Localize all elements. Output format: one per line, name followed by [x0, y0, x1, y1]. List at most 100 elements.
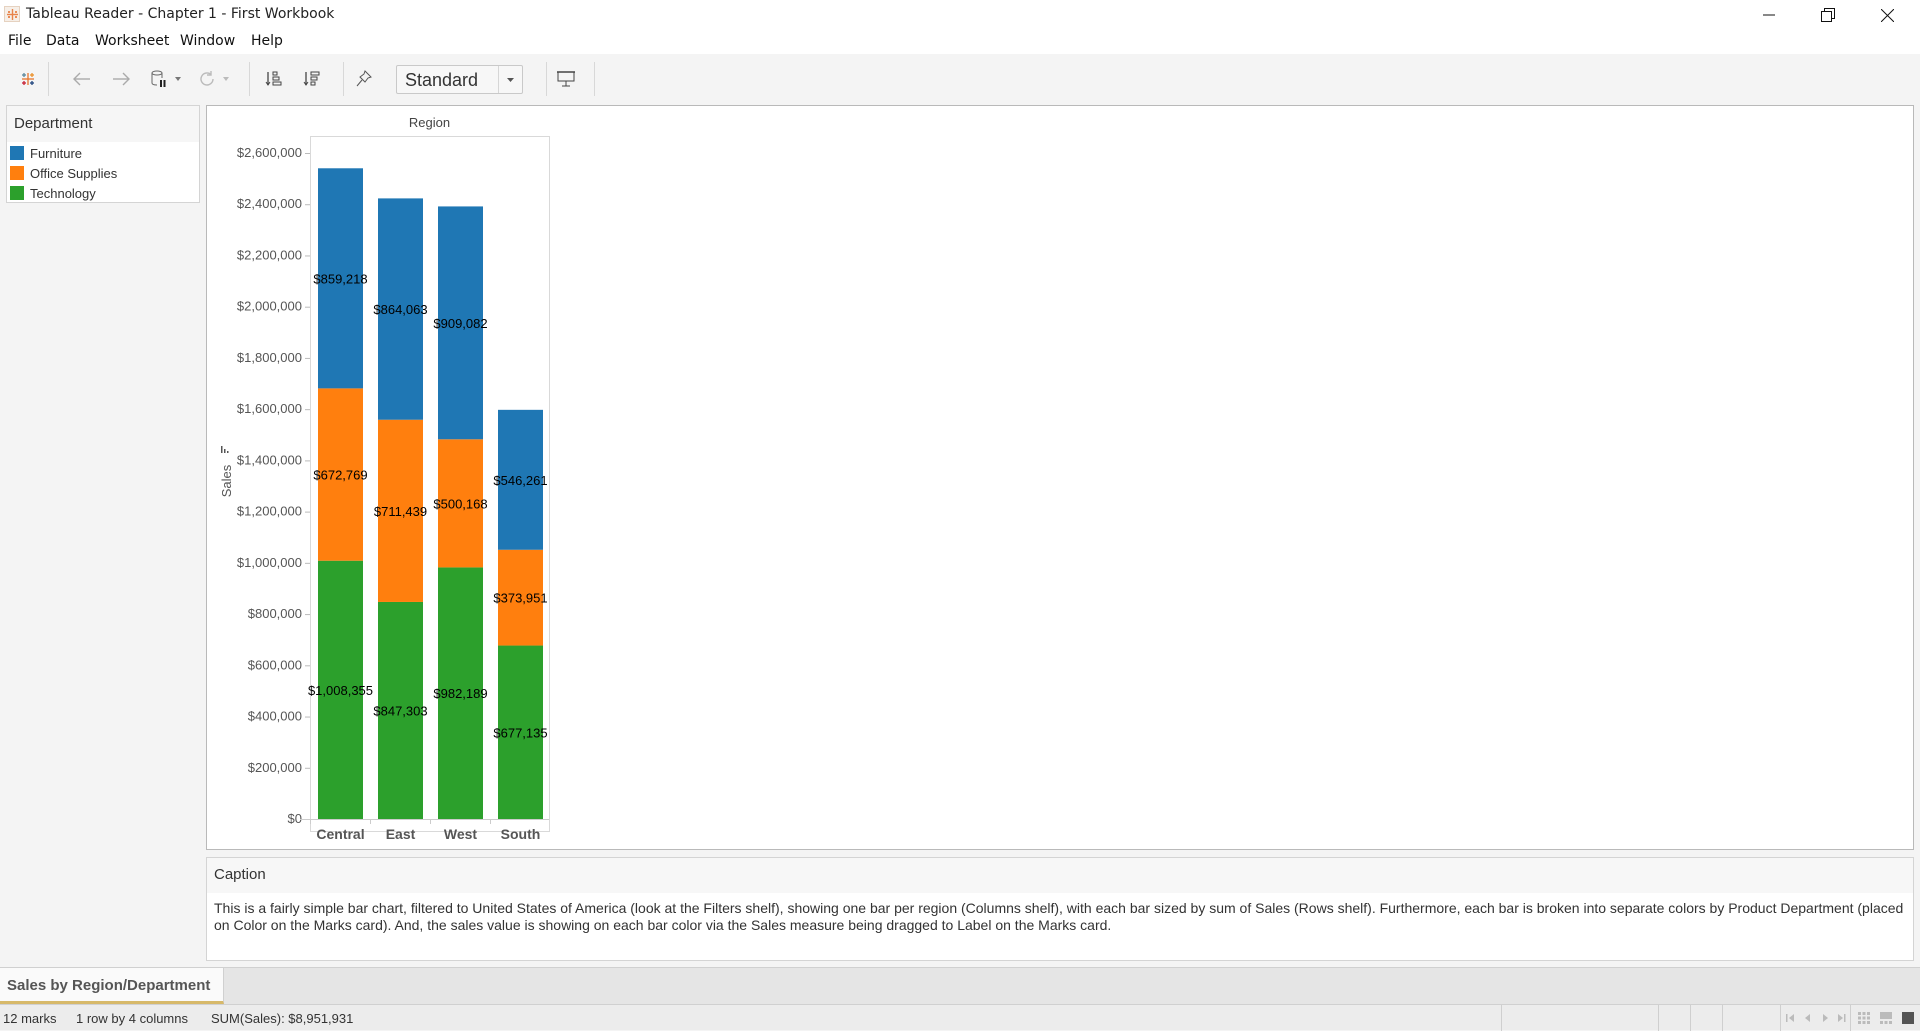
tableau-app-icon [4, 6, 20, 22]
status-divider [1501, 1005, 1502, 1031]
data-label: $859,218 [313, 271, 367, 286]
legend-item-furniture[interactable]: Furniture [10, 143, 198, 163]
sheet-tab-bar: Sales by Region/Department [0, 967, 1920, 1004]
fit-dropdown[interactable]: Standard [396, 65, 523, 94]
legend-swatch [10, 186, 24, 200]
y-tick-label: $600,000 [248, 657, 302, 672]
column-header-region: Region [409, 115, 450, 130]
y-tick-label: $1,200,000 [237, 504, 302, 519]
y-tick-label: $200,000 [248, 760, 302, 775]
data-label: $546,261 [493, 473, 547, 488]
chevron-down-icon [498, 66, 522, 93]
toolbar-separator [48, 62, 49, 96]
title-bar: Tableau Reader - Chapter 1 - First Workb… [0, 0, 1920, 30]
sort-descending-icon[interactable] [300, 67, 324, 91]
y-tick-label: $800,000 [248, 606, 302, 621]
data-label: $711,439 [374, 504, 427, 519]
legend-item-office-supplies[interactable]: Office Supplies [10, 163, 198, 183]
status-sum: SUM(Sales): $8,951,931 [211, 1011, 354, 1026]
x-tick-label: East [386, 826, 416, 842]
redo-icon[interactable] [109, 67, 133, 91]
status-divider [1780, 1005, 1781, 1031]
undo-icon[interactable] [70, 67, 94, 91]
menu-worksheet[interactable]: Worksheet [95, 33, 169, 49]
previous-sheet-icon[interactable] [1803, 1013, 1813, 1023]
restore-icon [1821, 8, 1835, 22]
legend-title: Department [7, 106, 199, 142]
legend-swatch [10, 166, 24, 180]
last-sheet-icon[interactable] [1836, 1013, 1846, 1023]
presentation-mode-icon[interactable] [554, 67, 578, 91]
next-sheet-icon[interactable] [1820, 1013, 1830, 1023]
sort-ascending-icon[interactable] [262, 67, 286, 91]
x-tick-label: South [501, 826, 541, 842]
x-tick-label: West [444, 826, 478, 842]
caption-panel: Caption This is a fairly simple bar char… [206, 857, 1914, 961]
y-tick-label: $400,000 [248, 709, 302, 724]
data-label: $677,135 [493, 725, 547, 740]
refresh-dropdown-icon[interactable] [220, 67, 232, 91]
legend-swatch [10, 146, 24, 160]
status-divider [1690, 1005, 1691, 1031]
legend-label: Technology [30, 186, 96, 201]
minimize-button[interactable] [1740, 0, 1798, 30]
y-tick-label: $2,000,000 [237, 299, 302, 314]
data-label: $1,008,355 [308, 683, 373, 698]
color-legend: Department Furniture Office Supplies Tec… [6, 105, 200, 203]
restore-button[interactable] [1799, 0, 1857, 30]
y-tick-label: $1,000,000 [237, 555, 302, 570]
fit-value: Standard [405, 70, 479, 90]
pause-data-source-icon[interactable] [147, 67, 171, 91]
axis-sort-icon [227, 451, 229, 453]
data-label: $909,082 [433, 316, 487, 331]
first-sheet-icon[interactable] [1786, 1013, 1796, 1023]
status-dimensions: 1 row by 4 columns [76, 1011, 188, 1026]
axis-sort-icon [224, 449, 226, 453]
minimize-icon [1763, 14, 1775, 16]
data-label: $847,303 [373, 703, 427, 718]
sheet-sorter-icon[interactable] [1858, 1012, 1870, 1024]
tableau-logo-icon[interactable] [16, 67, 40, 91]
data-label: $500,168 [433, 496, 487, 511]
window-title: Tableau Reader - Chapter 1 - First Workb… [26, 6, 335, 22]
data-label: $373,951 [493, 591, 547, 606]
status-divider [1722, 1005, 1723, 1031]
toolbar-separator [343, 62, 344, 96]
legend-label: Furniture [30, 146, 83, 161]
legend-item-technology[interactable]: Technology [10, 183, 198, 203]
pin-icon[interactable] [352, 67, 376, 91]
menu-help[interactable]: Help [251, 33, 283, 49]
close-button[interactable] [1858, 0, 1916, 30]
stacked-bar-chart: Region $0 $200,000 $400,000 $600,000 $800,000… [219, 115, 550, 842]
sheet-tab-sales-by-region[interactable]: Sales by Region/Department [0, 968, 224, 1004]
caption-text: This is a fairly simple bar chart, filte… [214, 900, 1904, 933]
menu-file[interactable]: File [8, 33, 31, 49]
toolbar-separator [249, 62, 250, 96]
close-icon [1880, 8, 1894, 22]
y-axis-title: Sales [219, 464, 234, 497]
pause-dropdown-icon[interactable] [172, 67, 184, 91]
axis-sort-icon [221, 446, 223, 453]
y-tick-label: $1,600,000 [237, 401, 302, 416]
status-bar: 12 marks 1 row by 4 columns SUM(Sales): … [0, 1004, 1920, 1031]
filmstrip-icon[interactable] [1880, 1012, 1892, 1024]
show-sheet-icon[interactable] [1902, 1012, 1914, 1024]
menu-data[interactable]: Data [46, 33, 79, 49]
status-divider [1658, 1005, 1659, 1031]
status-divider [1850, 1005, 1851, 1031]
caption-title: Caption [207, 858, 1913, 893]
x-tick-label: Central [316, 826, 364, 842]
sheet-tab-label: Sales by Region/Department [7, 977, 211, 994]
y-tick-label: $2,600,000 [237, 145, 302, 160]
y-tick-label: $1,800,000 [237, 350, 302, 365]
data-label: $864,063 [373, 302, 427, 317]
toolbar-separator [546, 62, 547, 96]
y-tick-label: $2,400,000 [237, 196, 302, 211]
legend-label: Office Supplies [30, 166, 118, 181]
refresh-icon[interactable] [195, 67, 219, 91]
status-marks: 12 marks [3, 1011, 57, 1026]
chart-pane: Region $0 $200,000 $400,000 $600,000 $800,000… [206, 105, 1914, 850]
menu-window[interactable]: Window [180, 33, 235, 49]
y-tick-label: $0 [288, 811, 302, 826]
menu-bar: File Data Worksheet Window Help [0, 30, 1920, 54]
